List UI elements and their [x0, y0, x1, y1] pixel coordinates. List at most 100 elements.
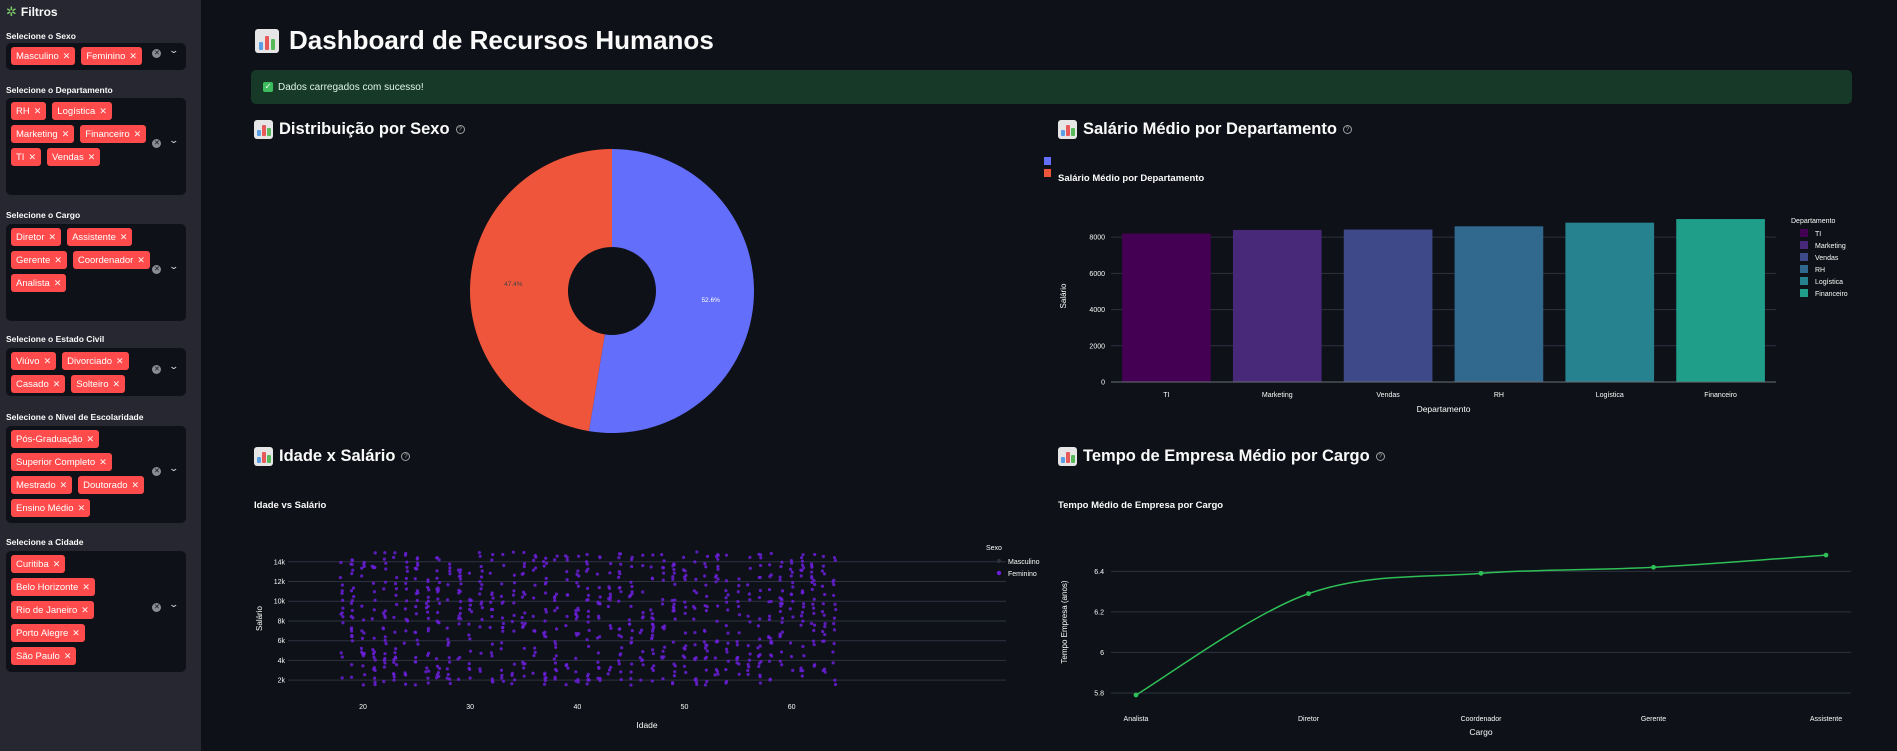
- filter-chip[interactable]: Ensino Médio ✕: [11, 499, 91, 517]
- help-icon[interactable]: ?: [455, 125, 465, 134]
- remove-chip-icon[interactable]: ✕: [137, 255, 145, 266]
- filter-chip[interactable]: Marketing ✕: [11, 125, 75, 143]
- remove-chip-icon[interactable]: ✕: [82, 582, 90, 593]
- remove-chip-icon[interactable]: ✕: [132, 480, 140, 491]
- remove-chip-icon[interactable]: ✕: [54, 278, 62, 289]
- filter-label: Selecione o Cargo: [6, 210, 81, 220]
- scatter-point: [617, 575, 621, 579]
- scatter-point: [619, 652, 623, 656]
- bar-chart-title: Salário Médio por Departamento: [1058, 173, 1205, 184]
- scatter-point: [372, 590, 377, 594]
- remove-chip-icon[interactable]: ✕: [129, 51, 137, 62]
- scatter-point: [759, 556, 763, 560]
- scatter-point: [778, 659, 782, 663]
- scatter-point: [735, 661, 739, 665]
- chevron-down-icon[interactable]: ⌄: [169, 261, 180, 272]
- chevron-down-icon[interactable]: ⌄: [169, 599, 180, 610]
- clear-all-icon[interactable]: ✕: [152, 365, 162, 374]
- scatter-point: [724, 668, 728, 672]
- filter-chip[interactable]: Feminino ✕: [81, 47, 142, 65]
- remove-chip-icon[interactable]: ✕: [44, 356, 52, 367]
- remove-chip-icon[interactable]: ✕: [64, 651, 72, 662]
- filter-chip[interactable]: Curitiba ✕: [11, 555, 66, 573]
- remove-chip-icon[interactable]: ✕: [53, 559, 61, 570]
- scatter-point: [769, 639, 773, 644]
- remove-chip-icon[interactable]: ✕: [62, 129, 70, 140]
- filter-multiselect[interactable]: Masculino ✕ Feminino ✕ ✕ ⌄: [6, 43, 186, 70]
- filter-chip[interactable]: Coordenador ✕: [72, 251, 150, 269]
- scatter-point: [695, 550, 699, 554]
- scatter-point: [810, 564, 814, 568]
- filter-chip[interactable]: Financeiro ✕: [80, 125, 147, 143]
- filter-chip[interactable]: Solteiro ✕: [71, 375, 126, 393]
- filter-multiselect[interactable]: Pós-Graduação ✕ Superior Completo ✕ Mestrado…: [6, 426, 186, 523]
- remove-chip-icon[interactable]: ✕: [134, 129, 142, 140]
- filter-chip[interactable]: Superior Completo ✕: [11, 453, 112, 471]
- remove-chip-icon[interactable]: ✕: [116, 356, 124, 367]
- chevron-down-icon[interactable]: ⌄: [169, 135, 180, 146]
- help-icon[interactable]: ?: [1342, 125, 1352, 134]
- filter-multiselect[interactable]: Viúvo ✕ Divorciado ✕ Casado ✕ Solteiro ✕ ✕ ⌄: [6, 348, 186, 396]
- remove-chip-icon[interactable]: ✕: [49, 232, 57, 243]
- scatter-point: [724, 553, 729, 557]
- help-icon[interactable]: ?: [1375, 452, 1385, 461]
- filter-chip[interactable]: Analista ✕: [11, 274, 67, 292]
- scatter-point: [479, 575, 484, 579]
- scatter-point: [426, 595, 430, 599]
- filter-chip[interactable]: Gerente ✕: [11, 251, 67, 269]
- chevron-down-icon[interactable]: ⌄: [169, 361, 180, 372]
- remove-chip-icon[interactable]: ✕: [63, 51, 71, 62]
- filter-multiselect[interactable]: Diretor ✕ Assistente ✕ Gerente ✕ Coordenador ✕ A…: [6, 224, 186, 321]
- scatter-point: [662, 571, 666, 575]
- filter-chip[interactable]: Porto Alegre ✕: [11, 624, 85, 642]
- filter-chip[interactable]: Viúvo ✕: [11, 352, 57, 370]
- filter-chip[interactable]: Rio de Janeiro ✕: [11, 601, 94, 619]
- filter-chip[interactable]: Divorciado ✕: [62, 352, 129, 370]
- filter-chip[interactable]: Pós-Graduação ✕: [11, 430, 100, 448]
- clear-all-icon[interactable]: ✕: [152, 49, 162, 58]
- remove-chip-icon[interactable]: ✕: [87, 434, 95, 445]
- remove-chip-icon[interactable]: ✕: [72, 628, 80, 639]
- remove-chip-icon[interactable]: ✕: [99, 457, 107, 468]
- filter-chip[interactable]: Logística ✕: [52, 102, 112, 120]
- filter-multiselect[interactable]: RH ✕ Logística ✕ Marketing ✕ Financeiro ✕ TI ✕ Ven…: [6, 98, 186, 195]
- filter-chip[interactable]: TI ✕: [11, 148, 41, 166]
- filter-chip[interactable]: Belo Horizonte ✕: [11, 578, 95, 596]
- clear-all-icon[interactable]: ✕: [152, 603, 162, 612]
- x-tick-label: Diretor: [1298, 716, 1320, 723]
- remove-chip-icon[interactable]: ✕: [53, 379, 61, 390]
- chevron-down-icon[interactable]: ⌄: [169, 463, 180, 474]
- filter-chip[interactable]: Casado ✕: [11, 375, 66, 393]
- scatter-point: [434, 657, 439, 661]
- scatter-point: [351, 586, 356, 590]
- chevron-down-icon[interactable]: ⌄: [169, 45, 180, 56]
- clear-all-icon[interactable]: ✕: [152, 139, 162, 148]
- scatter-point: [394, 593, 398, 597]
- help-icon[interactable]: ?: [401, 452, 411, 461]
- remove-chip-icon[interactable]: ✕: [99, 106, 107, 117]
- remove-chip-icon[interactable]: ✕: [28, 152, 36, 163]
- remove-chip-icon[interactable]: ✕: [88, 152, 96, 163]
- filter-multiselect[interactable]: Curitiba ✕ Belo Horizonte ✕ Rio de Janeiro ✕ P…: [6, 551, 186, 672]
- remove-chip-icon[interactable]: ✕: [54, 255, 62, 266]
- filter-chip[interactable]: RH ✕: [11, 102, 47, 120]
- filter-chip[interactable]: São Paulo ✕: [11, 647, 77, 665]
- scatter-point: [799, 614, 804, 618]
- filter-chip[interactable]: Assistente ✕: [67, 228, 133, 246]
- remove-chip-icon[interactable]: ✕: [120, 232, 128, 243]
- filter-chip[interactable]: Doutorado ✕: [78, 476, 145, 494]
- filter-chip[interactable]: Vendas ✕: [47, 148, 101, 166]
- clear-all-icon[interactable]: ✕: [152, 265, 162, 274]
- scatter-point: [693, 630, 697, 635]
- remove-chip-icon[interactable]: ✕: [34, 106, 42, 117]
- clear-all-icon[interactable]: ✕: [152, 467, 162, 476]
- remove-chip-icon[interactable]: ✕: [113, 379, 121, 390]
- remove-chip-icon[interactable]: ✕: [81, 605, 89, 616]
- scatter-point: [372, 666, 376, 670]
- filter-chip[interactable]: Diretor ✕: [11, 228, 62, 246]
- scatter-point: [758, 588, 763, 593]
- filter-chip[interactable]: Mestrado ✕: [11, 476, 73, 494]
- remove-chip-icon[interactable]: ✕: [60, 480, 68, 491]
- filter-chip[interactable]: Masculino ✕: [11, 47, 76, 65]
- remove-chip-icon[interactable]: ✕: [78, 503, 86, 514]
